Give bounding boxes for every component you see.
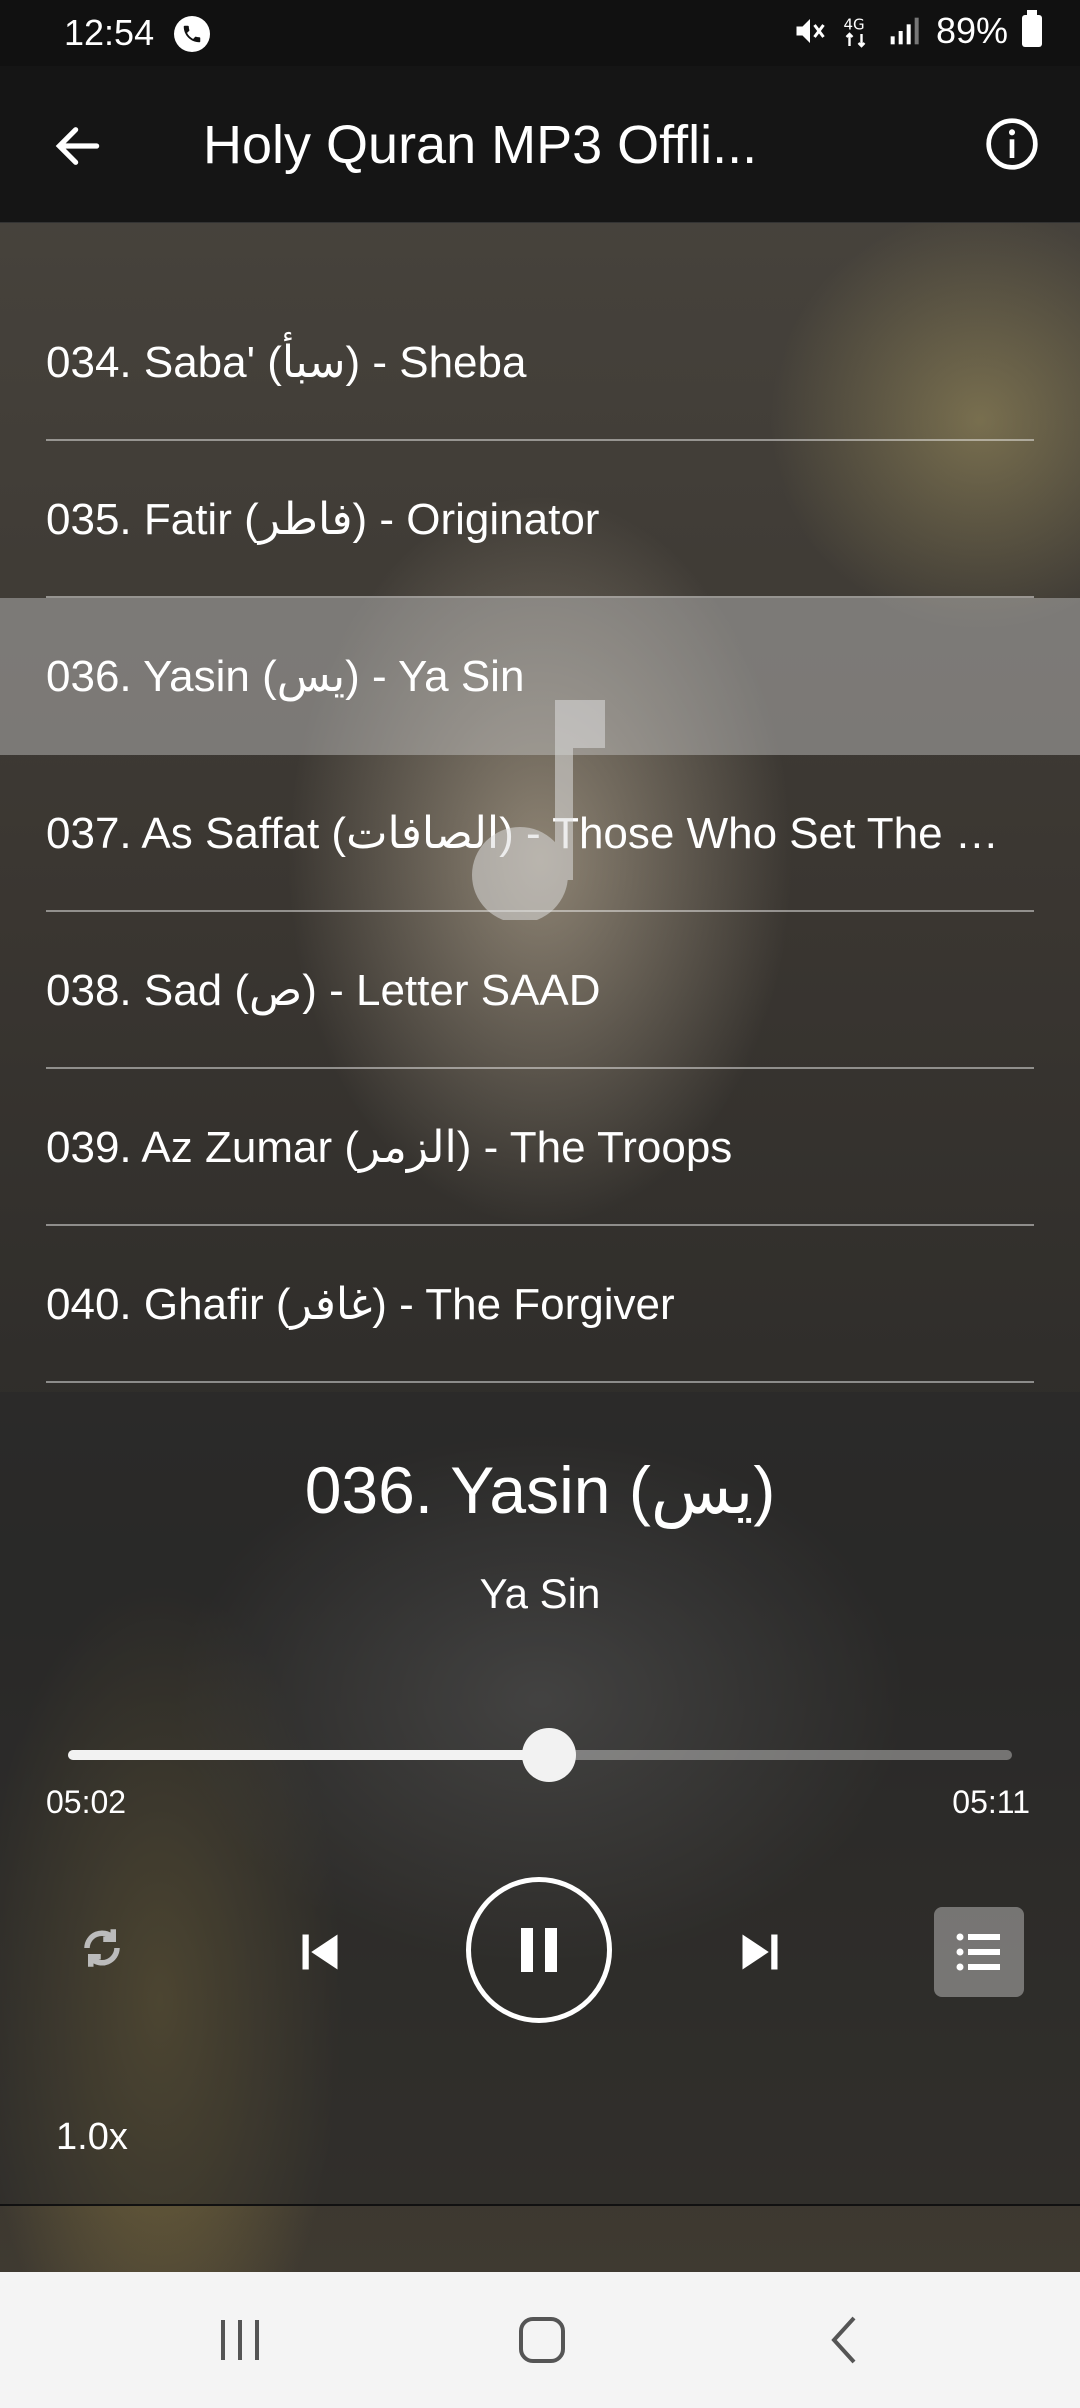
- previous-button[interactable]: [290, 1922, 350, 1982]
- app-bar: Holy Quran MP3 Offli...: [0, 66, 1080, 223]
- track-subtitle: Ya Sin: [479, 1570, 601, 1617]
- home-icon: [519, 2317, 565, 2363]
- divider: [0, 2204, 1080, 2206]
- row-divider: [46, 1381, 1034, 1383]
- pause-icon: [521, 1928, 557, 1972]
- list-item-label: 038. Sad (ص) - Letter SAAD: [46, 966, 601, 1015]
- 4g-icon: 4G: [843, 16, 866, 48]
- battery-icon: [1022, 10, 1042, 47]
- status-bar: 12:54 4G 89%: [0, 0, 1080, 66]
- seek-bar-thumb[interactable]: [522, 1728, 577, 1782]
- recent-apps-icon: [221, 2320, 259, 2360]
- track-title: 036. Yasin (يس): [304, 1453, 776, 1527]
- playlist-icon: [956, 1933, 1000, 1971]
- signal-icon: [890, 17, 919, 45]
- seek-bar-progress: [68, 1750, 550, 1760]
- music-note-icon: [472, 700, 605, 920]
- svg-text:4G: 4G: [843, 16, 864, 34]
- seek-bar[interactable]: [68, 1728, 1012, 1782]
- player-panel: 036. Yasin (يس) Ya Sin 05:02 05:11 1.0x: [0, 1392, 1080, 2206]
- info-button[interactable]: [984, 116, 1040, 172]
- list-item-label: 039. Az Zumar (الزمر) - The Troops: [46, 1123, 733, 1172]
- list-item-label: 034. Saba' (سبأ) - Sheba: [46, 338, 527, 387]
- battery-percent: 89%: [935, 10, 1008, 51]
- home-button[interactable]: [507, 2310, 577, 2370]
- mute-icon: [796, 19, 825, 43]
- skip-previous-icon: [302, 1934, 338, 1970]
- playback-speed[interactable]: 1.0x: [56, 2116, 128, 2159]
- status-time: 12:54: [64, 12, 155, 53]
- app-title: Holy Quran MP3 Offli...: [203, 115, 758, 175]
- repeat-button[interactable]: [72, 1918, 132, 1978]
- playlist-button[interactable]: [934, 1907, 1024, 1997]
- arrow-left-icon: [55, 127, 100, 165]
- list-item-label: 035. Fatir (فاطر) - Originator: [46, 495, 600, 544]
- chevron-left-icon: [831, 2316, 856, 2364]
- list-item[interactable]: 038. Sad (ص) - Letter SAAD: [0, 912, 1080, 1069]
- skip-next-icon: [742, 1934, 778, 1970]
- repeat-icon: [84, 1929, 120, 1967]
- duration: 05:11: [952, 1784, 1030, 1820]
- pause-button[interactable]: [466, 1877, 612, 2023]
- list-item[interactable]: 039. Az Zumar (الزمر) - The Troops: [0, 1069, 1080, 1226]
- list-item-label: 040. Ghafir (غافر) - The Forgiver: [46, 1280, 675, 1329]
- list-item[interactable]: 035. Fatir (فاطر) - Originator: [0, 441, 1080, 598]
- recent-apps-button[interactable]: [205, 2310, 275, 2370]
- back-button[interactable]: [50, 118, 106, 174]
- info-icon: [986, 118, 1038, 170]
- next-button[interactable]: [730, 1922, 790, 1982]
- list-item[interactable]: 034. Saba' (سبأ) - Sheba: [0, 284, 1080, 441]
- system-navigation-bar: [0, 2272, 1080, 2408]
- back-nav-button[interactable]: [810, 2310, 880, 2370]
- list-item[interactable]: 040. Ghafir (غافر) - The Forgiver: [0, 1226, 1080, 1383]
- call-icon: [174, 16, 210, 52]
- current-time: 05:02: [46, 1784, 127, 1820]
